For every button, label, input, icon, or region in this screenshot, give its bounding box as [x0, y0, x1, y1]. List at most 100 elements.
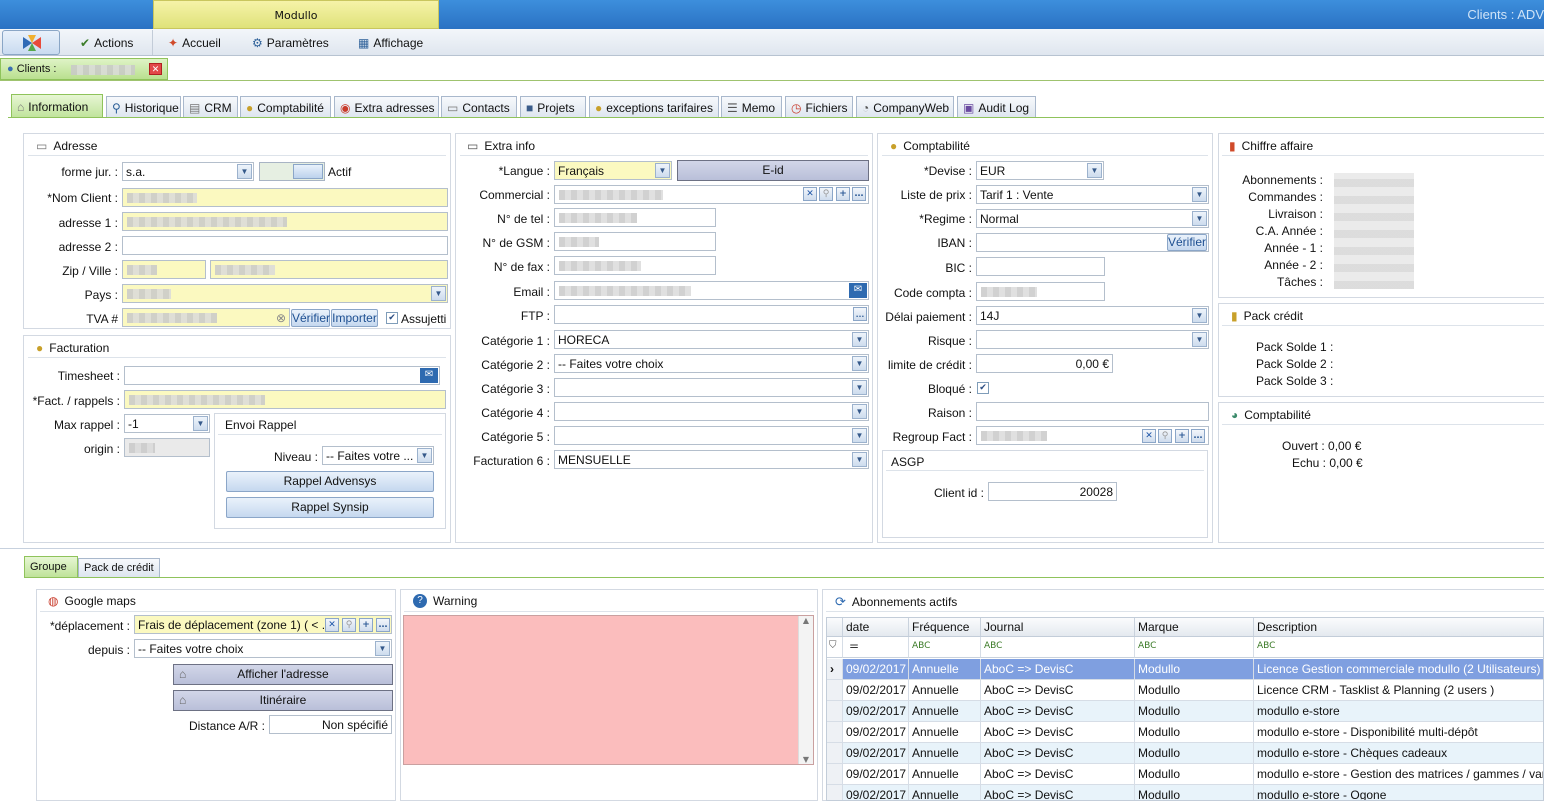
tab-groupe[interactable]: Groupe	[24, 556, 78, 577]
tva-verifier-button[interactable]: Vérifier	[291, 309, 330, 327]
email-icon[interactable]: ✉	[420, 368, 438, 383]
niveau-select[interactable]: -- Faites votre ... ▼	[322, 446, 434, 465]
langue-select[interactable]: Français ▼	[554, 161, 672, 180]
filter-journal[interactable]: ABC	[981, 637, 1135, 658]
scroll-up-icon[interactable]: ▲	[799, 616, 813, 625]
e-id-button[interactable]: E-id	[677, 160, 869, 181]
filter-frequence[interactable]: ABC	[909, 637, 981, 658]
liste-prix-select[interactable]: Tarif 1 : Vente ▼	[976, 185, 1209, 204]
chevron-down-icon[interactable]: ▼	[375, 641, 390, 656]
ville-input[interactable]	[210, 260, 448, 279]
table-row[interactable]: › 09/02/2017 Annuelle AboC => DevisC Modullo…	[827, 659, 1543, 680]
ribbon-tab-modullo[interactable]: Modullo	[153, 0, 439, 29]
gsm-input[interactable]	[554, 232, 716, 251]
table-row[interactable]: 09/02/2017 Annuelle AboC => DevisC Modullo m…	[827, 701, 1543, 722]
tva-input[interactable]: ⊗	[122, 308, 290, 327]
fact-rappels-input[interactable]	[124, 390, 446, 409]
col-journal[interactable]: Journal	[981, 618, 1135, 636]
raison-input[interactable]	[976, 402, 1209, 421]
chevron-down-icon[interactable]: ▼	[1192, 211, 1207, 226]
chevron-down-icon[interactable]: ▼	[417, 448, 432, 463]
itineraire-button[interactable]: ⌂ Itinéraire	[173, 690, 393, 711]
chevron-down-icon[interactable]: ▼	[852, 380, 867, 395]
tab-comptabilite[interactable]: ● Comptabilité	[240, 96, 331, 118]
row-selected-indicator[interactable]: ›	[827, 659, 843, 680]
add-icon[interactable]: +	[836, 187, 850, 201]
filter-date[interactable]: =	[843, 637, 909, 658]
row-indicator[interactable]	[827, 701, 843, 722]
chevron-down-icon[interactable]: ▼	[431, 286, 446, 301]
table-row[interactable]: 09/02/2017 Annuelle AboC => DevisC Modullo m…	[827, 743, 1543, 764]
chevron-down-icon[interactable]: ▼	[852, 404, 867, 419]
chevron-down-icon[interactable]: ▼	[193, 416, 208, 431]
forme-jur-select[interactable]: s.a. ▼	[122, 162, 254, 181]
warning-textarea[interactable]: ▲ ▼	[403, 615, 814, 765]
menu-parametres[interactable]: ⚙ Paramètres	[252, 33, 329, 53]
warning-scrollbar[interactable]: ▲ ▼	[798, 616, 813, 764]
tel-input[interactable]	[554, 208, 716, 227]
chevron-down-icon[interactable]: ▼	[237, 164, 252, 179]
add-icon[interactable]: +	[1175, 429, 1189, 443]
bloque-checkbox[interactable]: ✔	[977, 382, 989, 394]
nom-client-input[interactable]	[122, 188, 448, 207]
table-row[interactable]: 09/02/2017 Annuelle AboC => DevisC Modullo m…	[827, 785, 1543, 800]
menu-accueil[interactable]: ✦ Accueil	[168, 33, 221, 53]
tab-extra-adresses[interactable]: ◉ Extra adresses	[334, 96, 439, 118]
col-description[interactable]: Description	[1254, 618, 1543, 636]
refresh-icon[interactable]: ⟳	[835, 594, 846, 610]
clear-icon[interactable]: ✕	[803, 187, 817, 201]
bic-input[interactable]	[976, 257, 1105, 276]
regime-select[interactable]: Normal ▼	[976, 209, 1209, 228]
fax-input[interactable]	[554, 256, 716, 275]
scroll-down-icon[interactable]: ▼	[799, 755, 813, 764]
adresse2-input[interactable]	[122, 236, 448, 255]
code-compta-input[interactable]	[976, 282, 1105, 301]
categorie5-select[interactable]: ▼	[554, 426, 869, 445]
distance-input[interactable]: Non spécifié	[269, 715, 392, 734]
tab-memo[interactable]: ☰ Memo	[721, 96, 782, 118]
more-icon[interactable]: …	[853, 307, 867, 321]
row-indicator[interactable]	[827, 722, 843, 743]
filter-description[interactable]: ABC	[1254, 637, 1543, 658]
devise-select[interactable]: EUR ▼	[976, 161, 1104, 180]
clear-icon[interactable]: ⊗	[276, 311, 286, 325]
chevron-down-icon[interactable]: ▼	[1192, 308, 1207, 323]
chevron-down-icon[interactable]: ▼	[852, 452, 867, 467]
tab-crm[interactable]: ▤ CRM	[183, 96, 238, 118]
clear-icon[interactable]: ✕	[325, 618, 339, 632]
menu-affichage[interactable]: ▦ Affichage	[358, 33, 423, 53]
categorie4-select[interactable]: ▼	[554, 402, 869, 421]
tab-information[interactable]: ⌂ Information	[11, 94, 103, 118]
delai-paiement-select[interactable]: 14J ▼	[976, 306, 1209, 325]
app-menu-button[interactable]	[2, 30, 60, 55]
categorie2-select[interactable]: -- Faites votre choix ▼	[554, 354, 869, 373]
assujetti-checkbox[interactable]: ✔	[386, 312, 398, 324]
rappel-synsip-button[interactable]: Rappel Synsip	[226, 497, 434, 518]
tab-companyweb[interactable]: ◔ CompanyWeb	[856, 96, 954, 118]
adresse1-input[interactable]	[122, 212, 448, 231]
table-row[interactable]: 09/02/2017 Annuelle AboC => DevisC Modullo m…	[827, 722, 1543, 743]
chevron-down-icon[interactable]: ▼	[1087, 163, 1102, 178]
chevron-down-icon[interactable]: ▼	[1192, 332, 1207, 347]
table-row[interactable]: 09/02/2017 Annuelle AboC => DevisC Modullo m…	[827, 764, 1543, 785]
pays-select[interactable]: ▼	[122, 284, 448, 303]
clear-icon[interactable]: ✕	[1142, 429, 1156, 443]
tab-exceptions-tarifaires[interactable]: ● exceptions tarifaires	[589, 96, 719, 118]
client-id-input[interactable]: 20028	[988, 482, 1117, 501]
categorie1-select[interactable]: HORECA ▼	[554, 330, 869, 349]
row-indicator[interactable]	[827, 743, 843, 764]
timesheet-input[interactable]: ✉	[124, 366, 440, 385]
max-rappel-select[interactable]: -1 ▼	[124, 414, 210, 433]
tab-pack-credit[interactable]: Pack de crédit	[78, 558, 160, 577]
tva-importer-button[interactable]: Importer	[331, 309, 378, 327]
more-icon[interactable]: …	[376, 618, 390, 632]
chevron-down-icon[interactable]: ▼	[1192, 187, 1207, 202]
more-icon[interactable]: …	[852, 187, 866, 201]
actif-toggle[interactable]	[259, 162, 325, 181]
chevron-down-icon[interactable]: ▼	[852, 356, 867, 371]
chevron-down-icon[interactable]: ▼	[655, 163, 670, 178]
col-date[interactable]: date	[843, 618, 909, 636]
search-icon[interactable]: ⚲	[1158, 429, 1172, 443]
row-indicator[interactable]	[827, 764, 843, 785]
afficher-adresse-button[interactable]: ⌂ Afficher l'adresse	[173, 664, 393, 685]
